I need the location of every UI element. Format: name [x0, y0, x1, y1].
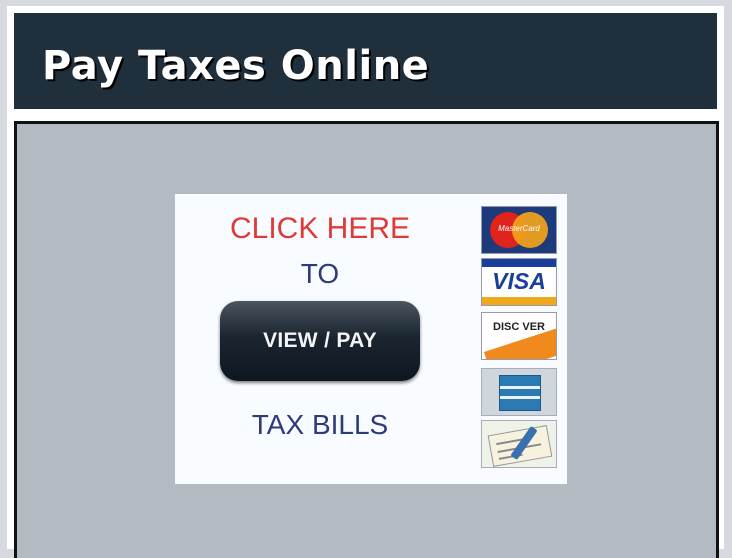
discover-icon: DISC VER: [481, 312, 557, 360]
discover-label: DISC VER: [493, 321, 545, 333]
view-pay-button[interactable]: VIEW / PAY: [220, 301, 420, 381]
mastercard-icon: MasterCard: [481, 206, 557, 254]
widget-header: Pay Taxes Online: [14, 13, 717, 109]
click-here-text[interactable]: CLICK HERE: [175, 214, 465, 244]
visa-icon: VISA: [481, 258, 557, 306]
content-panel: CLICK HERE TO VIEW / PAY TAX BILLS Maste…: [14, 121, 719, 558]
to-text: TO: [300, 258, 340, 289]
pay-taxes-widget: Pay Taxes Online CLICK HERE TO VIEW / PA…: [7, 6, 724, 558]
visa-label: VISA: [492, 268, 546, 294]
page-title: Pay Taxes Online: [42, 43, 430, 89]
tax-bills-text: TAX BILLS: [251, 409, 389, 440]
mastercard-label: MasterCard: [498, 224, 540, 233]
amex-icon: [481, 368, 557, 416]
pay-taxes-banner[interactable]: CLICK HERE TO VIEW / PAY TAX BILLS Maste…: [175, 194, 567, 484]
echeck-icon: [481, 420, 557, 468]
